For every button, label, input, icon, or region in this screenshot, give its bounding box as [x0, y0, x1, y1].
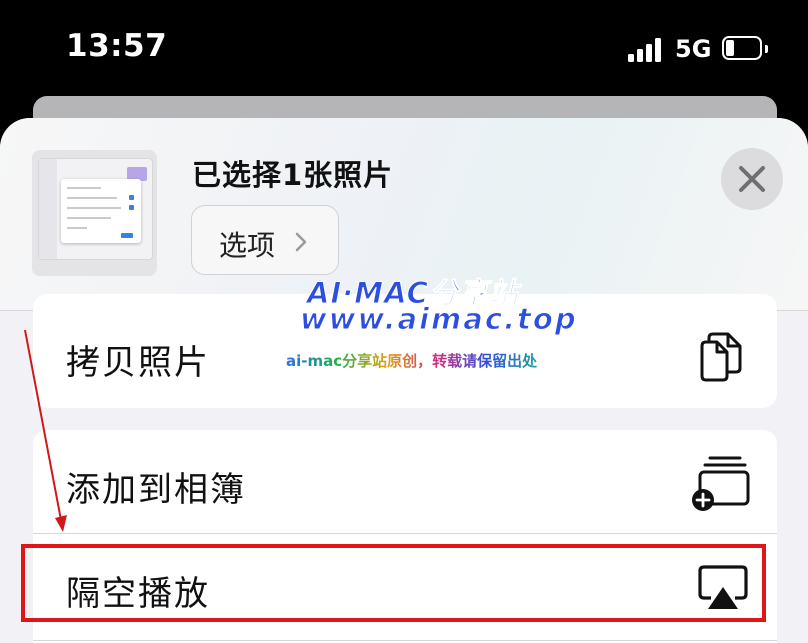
- action-label: 拷贝照片: [66, 343, 210, 383]
- selection-title: 已选择1张照片: [192, 158, 394, 192]
- watermark-url: www.aimac.top: [300, 302, 578, 337]
- signal-icon: [628, 38, 662, 62]
- network-type: 5G: [675, 35, 712, 63]
- chevron-right-icon: [295, 232, 307, 252]
- add-to-album-icon: [692, 456, 750, 511]
- options-label: 选项: [219, 229, 276, 262]
- highlight-box: [21, 544, 766, 622]
- battery-icon: [722, 36, 768, 62]
- row-divider: [33, 640, 777, 641]
- action-add-to-album[interactable]: 添加到相簿: [33, 430, 777, 533]
- options-button[interactable]: 选项: [191, 205, 339, 275]
- photo-thumbnail[interactable]: [32, 150, 157, 276]
- close-icon: [739, 166, 765, 192]
- watermark-notice: ai-mac分享站原创，转载请保留出处: [286, 352, 538, 370]
- status-bar: 13:57 5G: [0, 0, 808, 100]
- action-label: 添加到相簿: [66, 470, 246, 510]
- copy-icon: [700, 332, 742, 382]
- close-button[interactable]: [721, 148, 783, 210]
- status-time: 13:57: [66, 28, 168, 64]
